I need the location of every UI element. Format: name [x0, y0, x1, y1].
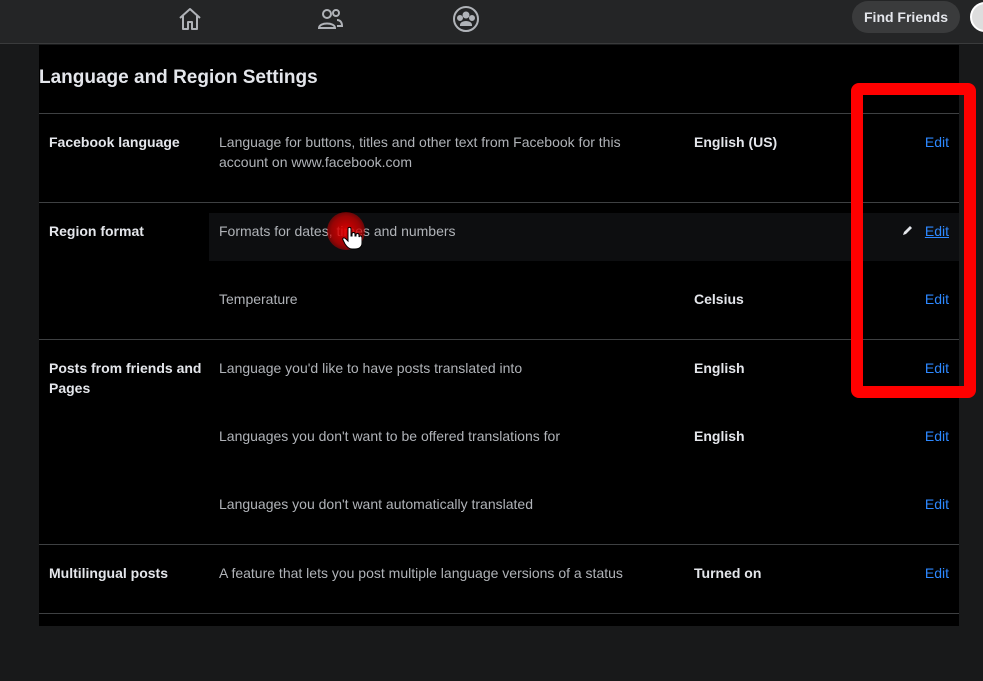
setting-description: Languages you don't want to be offered t… — [219, 428, 560, 444]
setting-description: A feature that lets you post multiple la… — [219, 565, 623, 581]
groups-icon[interactable] — [451, 4, 481, 34]
setting-description: Languages you don't want automatically t… — [219, 496, 533, 512]
setting-description: Temperature — [219, 291, 298, 307]
setting-value: English (US) — [694, 134, 778, 150]
section-label-facebook-language: Facebook language — [49, 134, 180, 150]
section-label-posts-translation: Posts from friends and Pages — [49, 360, 202, 396]
edit-no-auto-translate-link[interactable]: Edit — [925, 494, 949, 514]
setting-description: Language for buttons, titles and other t… — [219, 134, 621, 170]
page-title: Language and Region Settings — [39, 67, 318, 88]
top-navigation-bar: Find Friends — [0, 0, 983, 44]
section-label-region-format: Region format — [49, 223, 144, 239]
divider — [39, 544, 959, 545]
home-icon[interactable] — [175, 4, 205, 34]
divider — [39, 613, 959, 614]
friends-icon[interactable] — [315, 4, 345, 34]
divider — [39, 339, 959, 340]
setting-value: Turned on — [694, 565, 762, 581]
highlight-annotation-box — [851, 83, 976, 398]
setting-value: English — [694, 428, 745, 444]
find-friends-button[interactable]: Find Friends — [852, 1, 960, 33]
edit-multilingual-posts-link[interactable]: Edit — [925, 563, 949, 583]
section-label-multilingual-posts: Multilingual posts — [49, 565, 168, 581]
setting-description: Formats for dates, times and numbers — [219, 223, 456, 239]
divider — [39, 202, 959, 203]
settings-panel: Language and Region Settings Facebook la… — [39, 45, 959, 626]
edit-no-offer-translations-link[interactable]: Edit — [925, 426, 949, 446]
setting-value: Celsius — [694, 291, 744, 307]
avatar[interactable] — [970, 2, 983, 32]
divider — [39, 113, 959, 114]
setting-value: English — [694, 360, 745, 376]
setting-description: Language you'd like to have posts transl… — [219, 360, 523, 376]
hand-cursor-icon — [342, 226, 363, 250]
